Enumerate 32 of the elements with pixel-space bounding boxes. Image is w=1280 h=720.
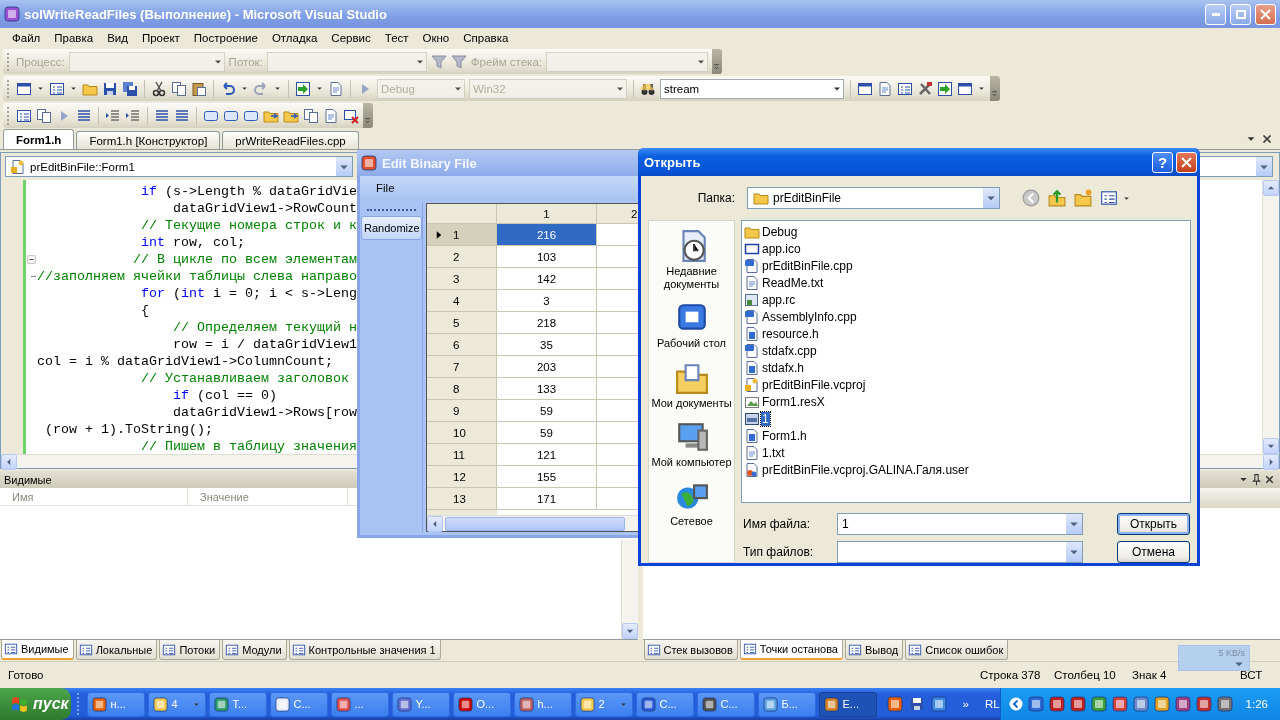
code-line: if (col == 0): [171, 388, 277, 403]
code-line: if (s->Length % dataGridVie: [139, 184, 357, 199]
char-number: Знак 4: [1132, 669, 1168, 681]
field-label: Тип файлов:: [743, 545, 815, 559]
code-line: col = i % dataGridView1->ColumnCount;: [37, 354, 333, 369]
panel-title: Видимые: [4, 473, 52, 486]
field-label: Процесс:: [16, 55, 65, 68]
field-label: Фрейм стека:: [470, 55, 542, 68]
field-label: Имя файла:: [743, 517, 811, 531]
code-line: for (int i = 0; i < s->Leng: [139, 286, 357, 301]
code-line: // Устанавливаем заголовок: [139, 371, 349, 386]
code-line: (row + 1).ToString();: [44, 422, 213, 437]
code-line: // В цикле по всем элементам: [131, 252, 357, 267]
code-line: // Пишем в таблицу значения: [139, 439, 357, 454]
window-title: Edit Binary File: [382, 155, 477, 171]
code-line: dataGridView1->RowCount: [171, 201, 357, 216]
code-line: // Текущие номера строк и к: [139, 218, 357, 233]
column-number: Столбец 10: [1054, 669, 1117, 681]
field-label: Поток:: [228, 55, 263, 68]
code-line: row = i / dataGridView1: [171, 337, 357, 352]
network-speed: 5 KB/s: [1218, 648, 1245, 658]
insert-mode: ВСТ: [1240, 669, 1264, 681]
line-number: Строка 378: [980, 669, 1042, 681]
window-title: solWriteReadFiles (Выполнение) - Microsoft Visual Studio: [24, 6, 388, 22]
code-line: {: [139, 303, 149, 318]
folder-label: Папка:: [697, 191, 735, 205]
code-line: int row, col;: [139, 235, 245, 250]
code-line: //заполняем ячейки таблицы слева направо: [37, 269, 357, 284]
code-line: dataGridView1->Rows[row: [171, 405, 357, 420]
code-line: // Определяем текущий н: [171, 320, 357, 335]
dialog-title: Открыть: [644, 154, 701, 170]
status-text: Готово: [8, 669, 45, 681]
